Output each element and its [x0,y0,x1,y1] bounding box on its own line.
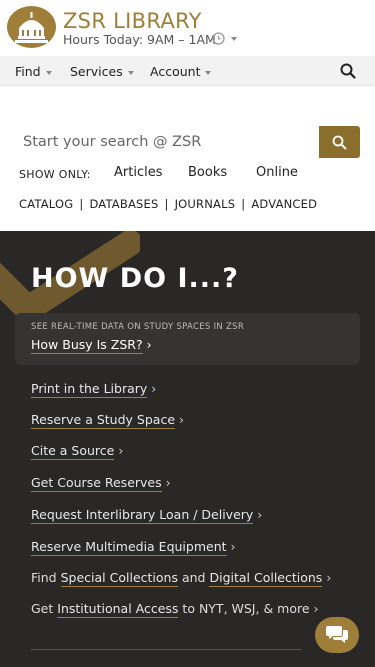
site-header: ZSR LIBRARY Hours Today: 9AM – 1AM [0,0,375,56]
library-logo-icon[interactable] [7,6,56,48]
main-nav: Find Services Account [0,56,375,86]
arrow-icon: › [313,601,319,616]
find-collections-row: Find Special Collections and Digital Col… [31,570,332,587]
scope-databases[interactable]: DATABASES [89,197,158,211]
link-digital-collections[interactable]: Digital Collections [209,570,323,587]
link-special-collections[interactable]: Special Collections [60,570,178,587]
filter-articles[interactable]: Articles [114,165,162,180]
search-input[interactable] [13,126,319,158]
arrow-icon: › [118,443,124,458]
nav-find-label: Find [15,64,41,79]
nav-account-label: Account [150,64,201,79]
arrow-icon: › [326,570,332,585]
chat-icon [326,626,348,643]
how-do-i-panel: HOW DO I...? SEE REAL-TIME DATA ON STUDY… [0,231,375,667]
scope-separator: | [164,197,169,211]
panel-title: HOW DO I...? [31,263,239,294]
find-middle: and [181,570,206,585]
link-course-reserves[interactable]: Get Course Reserves › [31,475,171,492]
chevron-down-icon [205,70,212,75]
link-institutional-access[interactable]: Institutional Access [57,601,179,618]
link-print[interactable]: Print in the Library › [31,381,157,398]
arrow-icon: › [179,412,184,427]
arrow-icon: › [146,337,152,352]
hours-today[interactable]: Hours Today: 9AM – 1AM [63,32,216,47]
arrow-icon: › [151,381,157,396]
search-button[interactable] [319,126,360,158]
arrow-icon: › [230,539,236,554]
access-prefix: Get [31,601,54,616]
scope-advanced[interactable]: ADVANCED [251,197,317,211]
link-interlibrary-loan[interactable]: Request Interlibrary Loan / Delivery › [31,507,263,524]
link-cite-source-text: Cite a Source [31,443,115,460]
arrow-icon: › [165,475,171,490]
search-icon [332,135,347,150]
nav-services[interactable]: Services [70,64,134,79]
access-suffix: to NYT, WSJ, & more [182,601,310,616]
link-reserve-study-space-text: Reserve a Study Space [31,412,176,429]
how-busy-link[interactable]: How Busy Is ZSR? › [31,337,152,354]
nav-find[interactable]: Find [15,64,52,79]
site-title[interactable]: ZSR LIBRARY [63,9,202,33]
chat-button[interactable] [315,617,359,653]
filter-online[interactable]: Online [256,165,298,180]
scope-separator: | [79,197,84,211]
divider [31,649,301,650]
how-busy-card[interactable]: SEE REAL-TIME DATA ON STUDY SPACES IN ZS… [15,313,360,365]
link-cite-source[interactable]: Cite a Source › [31,443,124,460]
scope-catalog[interactable]: CATALOG [19,197,73,211]
filter-books[interactable]: Books [188,165,227,180]
link-multimedia-equipment-text: Reserve Multimedia Equipment [31,539,227,556]
busy-eyebrow: SEE REAL-TIME DATA ON STUDY SPACES IN ZS… [31,322,245,332]
chevron-down-icon [45,70,52,75]
clock-icon[interactable] [212,32,225,45]
link-interlibrary-loan-text: Request Interlibrary Loan / Delivery [31,507,254,524]
find-prefix: Find [31,570,57,585]
scope-separator: | [241,197,246,211]
how-busy-link-text: How Busy Is ZSR? [31,337,143,354]
institutional-access-row: Get Institutional Access to NYT, WSJ, & … [31,601,319,618]
search-icon[interactable] [340,63,356,79]
chevron-down-icon [127,70,134,75]
search-scopes: CATALOG | DATABASES | JOURNALS | ADVANCED [19,197,317,211]
search-area: SHOW ONLY: Articles Books Online CATALOG… [0,86,375,231]
link-reserve-study-space[interactable]: Reserve a Study Space › [31,412,184,429]
scope-journals[interactable]: JOURNALS [175,197,236,211]
link-multimedia-equipment[interactable]: Reserve Multimedia Equipment › [31,539,236,556]
arrow-icon: › [257,507,263,522]
nav-services-label: Services [70,64,123,79]
hours-dropdown-caret-icon[interactable] [231,37,237,41]
link-course-reserves-text: Get Course Reserves [31,475,162,492]
nav-account[interactable]: Account [150,64,212,79]
link-print-text: Print in the Library [31,381,148,398]
show-only-label: SHOW ONLY: [19,168,91,181]
